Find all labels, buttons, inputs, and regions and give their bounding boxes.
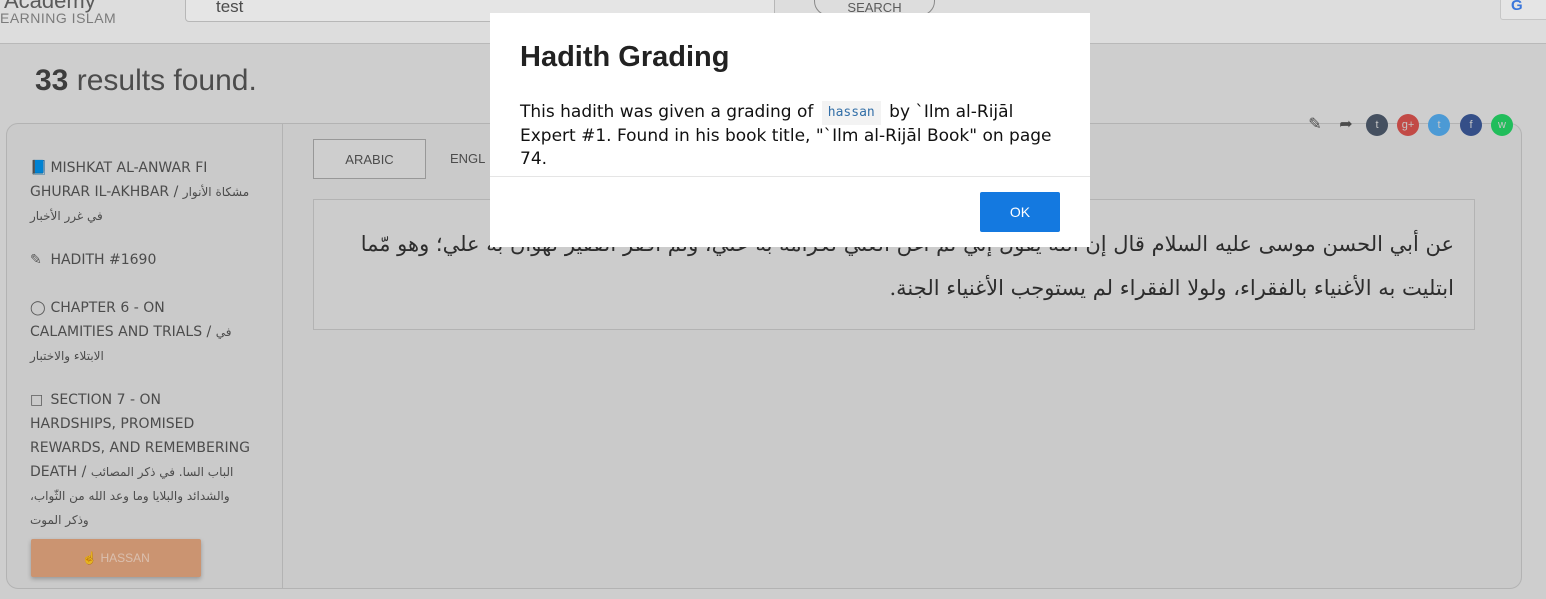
grade-value: hassan (821, 101, 881, 125)
dialog-divider (490, 176, 1090, 177)
dialog-body: This hadith was given a grading of hassa… (520, 101, 1070, 171)
ok-button[interactable]: OK (980, 192, 1060, 232)
dialog-title: Hadith Grading (520, 41, 730, 73)
dialog-text-before: This hadith was given a grading of (520, 102, 814, 122)
grading-dialog: Hadith Grading This hadith was given a g… (490, 13, 1090, 247)
